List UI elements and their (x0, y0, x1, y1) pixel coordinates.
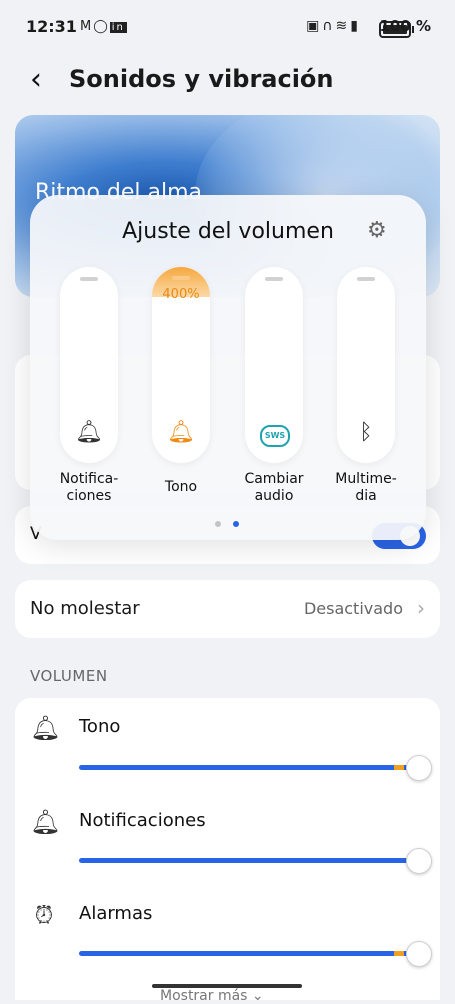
notification-icons: M◯ in (80, 19, 127, 34)
volume-label-notificaciones: Notificaciones (79, 810, 206, 831)
slider-label-tono: Tono (164, 479, 198, 495)
slider-label-cambiar-audio: Cambiar audio (244, 471, 304, 504)
volume-slider-tono[interactable] (79, 765, 419, 770)
section-title: VOLUMEN (30, 667, 108, 685)
slider-label-notificaciones: Notifica-ciones (59, 471, 119, 504)
bell-icon: 🔔︎ (167, 420, 195, 445)
gmail-icon: M (80, 19, 94, 34)
page-title: Sonidos y vibración (69, 65, 334, 93)
headphones-icon: ∩ (322, 18, 336, 34)
bell-outline-icon: 🔔︎ (30, 714, 61, 742)
slider-knob-alarmas[interactable] (406, 941, 432, 967)
slider-knob-tono[interactable] (406, 755, 432, 781)
slider-label-multimedia: Multime-dia (335, 471, 397, 504)
volume-boost-alarmas (394, 951, 404, 956)
tono-volume-percent: 400% (162, 287, 200, 302)
alarm-clock-icon: ⏰︎ (34, 901, 54, 929)
slider-knob-notificaciones[interactable] (406, 848, 432, 874)
status-time: 12:31 (26, 17, 77, 36)
bell-alert-outline-icon: 🔔︎ (30, 808, 61, 836)
volume-label-tono: Tono (79, 716, 121, 737)
page-dot-2[interactable] (233, 521, 239, 527)
bluetooth-icon: ᛒ (359, 420, 373, 445)
volume-slider-alarmas[interactable] (79, 951, 419, 956)
do-not-disturb-label: No molestar (30, 598, 140, 619)
volume-boost-tono (394, 765, 404, 770)
show-more-link[interactable]: Mostrar más ⌄ (160, 988, 264, 1004)
home-indicator[interactable] (152, 984, 302, 988)
volume-slider-notificaciones[interactable] (79, 858, 419, 863)
battery-percent: 100 % (379, 17, 431, 35)
linkedin-icon: in (109, 22, 127, 33)
system-icons: ▣∩≋▮ (306, 18, 361, 34)
sws-icon: SWS (260, 425, 290, 447)
gear-icon[interactable]: ⚙ (367, 218, 387, 243)
back-arrow-icon[interactable]: ‹ (30, 64, 58, 100)
nfc-icon: ▣ (306, 18, 323, 34)
chevron-right-icon: › (417, 596, 425, 620)
whatsapp-icon: ◯ (93, 19, 110, 34)
bell-alert-icon: 🔔︎ (75, 420, 103, 445)
status-bar: 12:31 M◯ in ▣∩≋▮ 100 % (0, 0, 455, 52)
page-dot-1[interactable] (215, 521, 221, 527)
alert-icon: ▮ (350, 18, 361, 34)
do-not-disturb-value: Desactivado (303, 599, 403, 618)
volume-label-alarmas: Alarmas (79, 903, 153, 924)
wifi-icon: ≋ (335, 18, 351, 34)
